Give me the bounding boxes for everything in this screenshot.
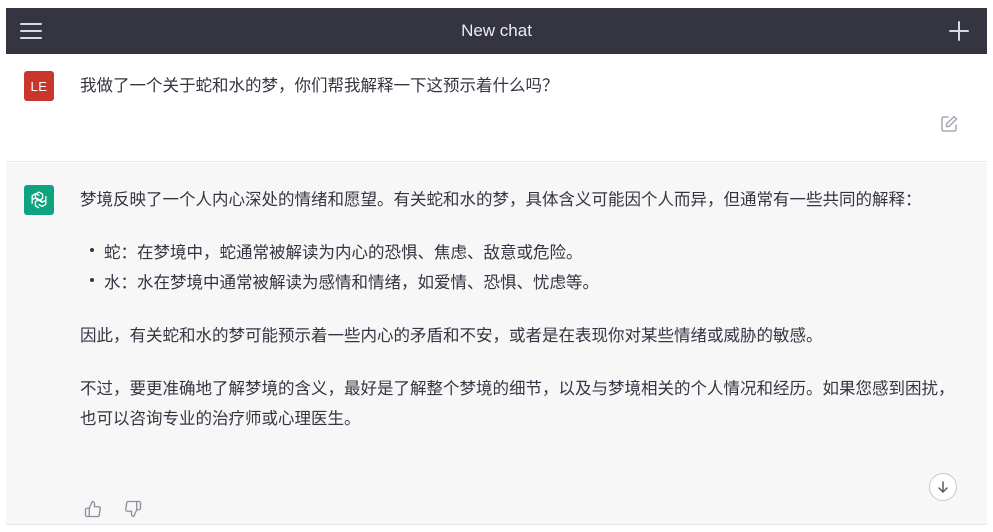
list-item: 水：水在梦境中通常被解读为感情和情绪，如爱情、恐惧、忧虑等。 [80,268,960,298]
arrow-down-icon[interactable] [929,473,957,501]
feedback-buttons [84,500,142,518]
edit-icon[interactable] [939,114,959,134]
list-item: 蛇：在梦境中，蛇通常被解读为内心的恐惧、焦虑、敌意或危险。 [80,238,960,268]
thumbs-up-icon[interactable] [84,500,102,518]
user-message-text: 我做了一个关于蛇和水的梦，你们帮我解释一下这预示着什么吗？ [80,76,559,95]
thumbs-down-icon[interactable] [124,500,142,518]
chat-title: New chat [461,21,532,40]
openai-logo-icon [24,185,54,215]
answer-intro: 梦境反映了一个人内心深处的情绪和愿望。有关蛇和水的梦，具体含义可能因个人而异，但… [80,190,922,209]
answer-paragraph: 因此，有关蛇和水的梦可能预示着一些内心的矛盾和不安，或者是在表现你对某些情绪或威… [80,326,823,345]
user-message-row: LE 我做了一个关于蛇和水的梦，你们帮我解释一下这预示着什么吗？ [6,54,987,162]
hamburger-menu-icon[interactable] [20,20,44,42]
answer-bullet-list: 蛇：在梦境中，蛇通常被解读为内心的恐惧、焦虑、敌意或危险。 水：水在梦境中通常被… [80,238,960,298]
answer-paragraph: 不过，要更准确地了解梦境的含义，最好是了解整个梦境的细节，以及与梦境相关的个人情… [80,379,955,428]
assistant-answer: 梦境反映了一个人内心深处的情绪和愿望。有关蛇和水的梦，具体含义可能因个人而异，但… [80,185,960,434]
user-avatar: LE [24,71,54,101]
plus-icon[interactable] [947,19,971,43]
assistant-message-row: 梦境反映了一个人内心深处的情绪和愿望。有关蛇和水的梦，具体含义可能因个人而异，但… [6,163,987,525]
top-bar: New chat [6,8,987,54]
